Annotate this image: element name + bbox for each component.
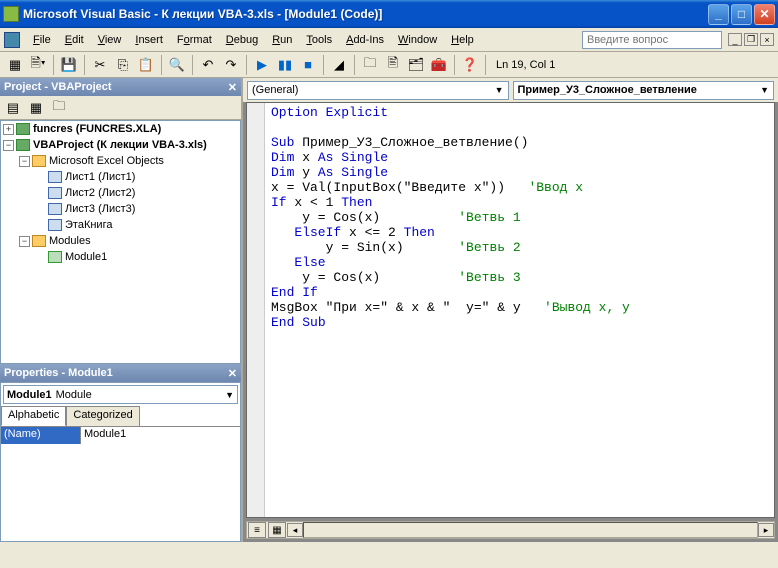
cut-icon[interactable]: ✂ [89, 54, 111, 76]
menu-insert[interactable]: Insert [128, 32, 170, 48]
standard-toolbar: ▦ 🗎▾ 💾 ✂ ⎘ 📋 🔍 ↶ ↷ ▶ ▮▮ ■ ◢ 🗀 🖹 🗂 🧰 ❓ Ln… [0, 52, 778, 78]
copy-icon[interactable]: ⎘ [112, 54, 134, 76]
procedure-view-icon[interactable]: ≡ [248, 522, 266, 538]
chevron-down-icon: ▼ [225, 390, 234, 400]
tree-module1[interactable]: Module1 [1, 249, 240, 265]
minimize-button[interactable]: _ [708, 4, 729, 25]
project-pane-close[interactable]: ✕ [228, 81, 237, 94]
view-object-icon[interactable]: ▦ [25, 97, 47, 119]
project-tree[interactable]: +funcres (FUNCRES.XLA) −VBAProject (К ле… [0, 120, 241, 364]
view-excel-icon[interactable]: ▦ [4, 54, 26, 76]
project-pane-toolbar: ▤ ▦ 🗀 [0, 96, 241, 120]
cursor-position: Ln 19, Col 1 [490, 59, 561, 71]
window-title: Microsoft Visual Basic - К лекции VBA-3.… [23, 7, 708, 21]
mdi-restore[interactable]: ❐ [744, 33, 758, 46]
titlebar: Microsoft Visual Basic - К лекции VBA-3.… [0, 0, 778, 28]
paste-icon[interactable]: 📋 [135, 54, 157, 76]
properties-pane-close[interactable]: ✕ [228, 367, 237, 380]
menu-view[interactable]: View [91, 32, 129, 48]
scroll-right-icon[interactable]: ▸ [758, 523, 774, 537]
tab-alphabetic[interactable]: Alphabetic [1, 406, 66, 426]
app-icon [3, 6, 19, 22]
menu-format[interactable]: Format [170, 32, 219, 48]
properties-icon[interactable]: 🖹 [382, 54, 404, 76]
project-pane-header: Project - VBAProject ✕ [0, 78, 241, 96]
help-icon[interactable]: ❓ [459, 54, 481, 76]
scroll-left-icon[interactable]: ◂ [287, 523, 303, 537]
code-margin [247, 103, 265, 517]
horizontal-scrollbar[interactable] [303, 522, 758, 538]
code-editor[interactable]: Option Explicit Sub Пример_У3_Сложное_ве… [246, 102, 775, 518]
menu-file[interactable]: File [26, 32, 58, 48]
menu-help[interactable]: Help [444, 32, 481, 48]
tree-modules-folder[interactable]: −Modules [1, 233, 240, 249]
prop-row-name: (Name) Module1 [1, 427, 240, 444]
save-icon[interactable]: 💾 [58, 54, 80, 76]
insert-module-dropdown[interactable]: 🗎▾ [27, 54, 49, 76]
menu-edit[interactable]: Edit [58, 32, 91, 48]
procedure-combo[interactable]: Пример_У3_Сложное_ветвление▼ [513, 81, 775, 100]
tree-sheet1[interactable]: Лист1 (Лист1) [1, 169, 240, 185]
toolbox-icon[interactable]: 🧰 [428, 54, 450, 76]
properties-object-combo[interactable]: Module1Module▼ [3, 385, 238, 404]
menu-run[interactable]: Run [265, 32, 299, 48]
help-search-input[interactable] [582, 31, 722, 49]
project-explorer-icon[interactable]: 🗀 [359, 54, 381, 76]
redo-icon[interactable]: ↷ [220, 54, 242, 76]
tree-vbaproject[interactable]: −VBAProject (К лекции VBA-3.xls) [1, 137, 240, 153]
undo-icon[interactable]: ↶ [197, 54, 219, 76]
menu-addins[interactable]: Add-Ins [339, 32, 391, 48]
menubar: File Edit View Insert Format Debug Run T… [0, 28, 778, 52]
maximize-button[interactable]: □ [731, 4, 752, 25]
properties-pane-header: Properties - Module1 ✕ [0, 364, 241, 382]
tree-sheet3[interactable]: Лист3 (Лист3) [1, 201, 240, 217]
run-icon[interactable]: ▶ [251, 54, 273, 76]
view-code-icon[interactable]: ▤ [2, 97, 24, 119]
mdi-close[interactable]: × [760, 33, 774, 46]
break-icon[interactable]: ▮▮ [274, 54, 296, 76]
tree-thisworkbook[interactable]: ЭтаКнига [1, 217, 240, 233]
toggle-folders-icon[interactable]: 🗀 [48, 97, 70, 119]
mdi-minimize[interactable]: _ [728, 33, 742, 46]
tree-funcres[interactable]: +funcres (FUNCRES.XLA) [1, 121, 240, 137]
chevron-down-icon: ▼ [760, 85, 769, 95]
reset-icon[interactable]: ■ [297, 54, 319, 76]
excel-icon[interactable] [4, 32, 20, 48]
find-icon[interactable]: 🔍 [166, 54, 188, 76]
menu-tools[interactable]: Tools [299, 32, 339, 48]
design-mode-icon[interactable]: ◢ [328, 54, 350, 76]
close-button[interactable]: ✕ [754, 4, 775, 25]
tab-categorized[interactable]: Categorized [66, 406, 139, 426]
object-browser-icon[interactable]: 🗂 [405, 54, 427, 76]
menu-window[interactable]: Window [391, 32, 444, 48]
properties-grid[interactable]: (Name) Module1 [1, 426, 240, 541]
object-combo[interactable]: (General)▼ [247, 81, 509, 100]
tree-sheet2[interactable]: Лист2 (Лист2) [1, 185, 240, 201]
menu-debug[interactable]: Debug [219, 32, 265, 48]
code-footer: ≡ ▦ ◂ ▸ [246, 521, 775, 539]
chevron-down-icon: ▼ [495, 85, 504, 95]
tree-excel-objects[interactable]: −Microsoft Excel Objects [1, 153, 240, 169]
full-module-view-icon[interactable]: ▦ [268, 522, 286, 538]
